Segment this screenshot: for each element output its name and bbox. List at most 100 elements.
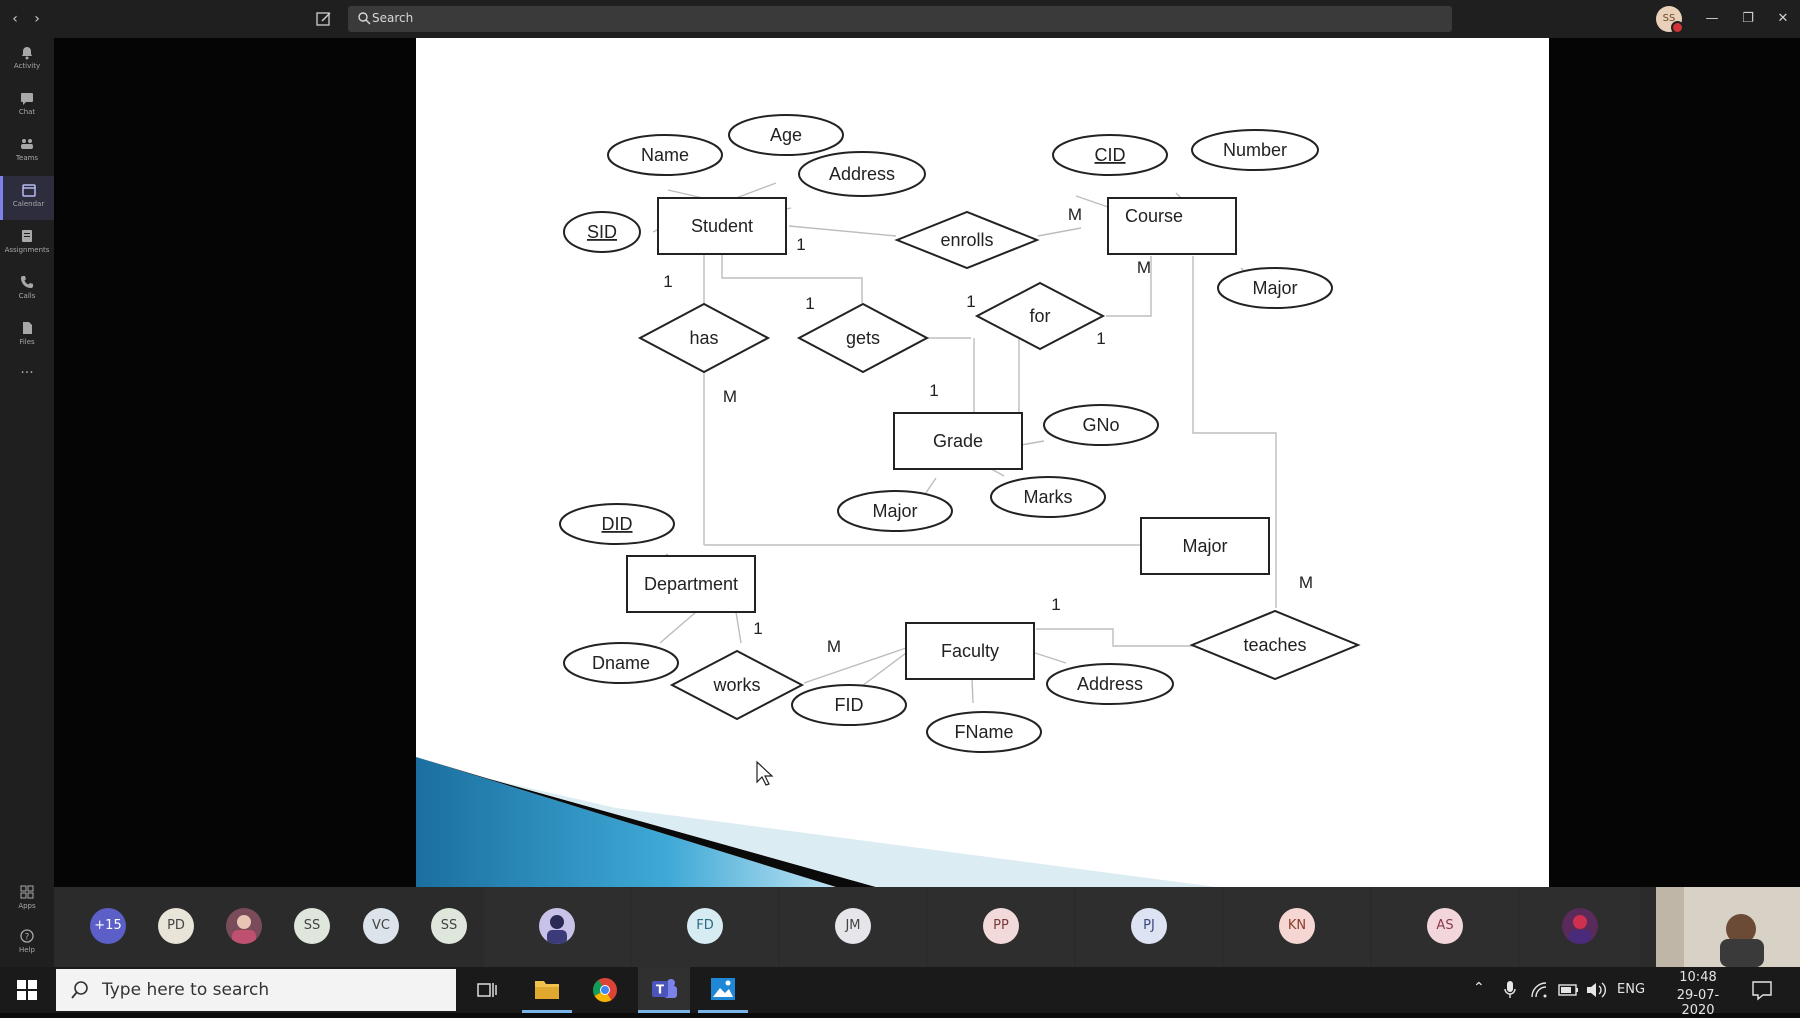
entity-label: Major xyxy=(1182,536,1227,556)
entities: Student Course Grade Department Faculty … xyxy=(626,197,1270,680)
participant-avatar[interactable]: PD xyxy=(158,908,194,944)
participant-initials: VC xyxy=(372,918,390,933)
sidebar-item-calendar[interactable]: Calendar xyxy=(0,176,54,220)
taskbar-photos[interactable] xyxy=(698,967,748,1013)
left-rail: Activity Chat Teams Calendar Assignments… xyxy=(0,38,54,967)
language-indicator[interactable]: ENG xyxy=(1617,982,1645,997)
participant-tile[interactable]: JM xyxy=(780,887,926,967)
participant-tile[interactable] xyxy=(1520,887,1640,967)
sidebar-item-teams[interactable]: Teams xyxy=(0,130,54,174)
restore-icon[interactable]: ❐ xyxy=(1736,8,1760,30)
photos-icon xyxy=(711,978,735,1000)
svg-text:T: T xyxy=(656,983,665,997)
participant-initials: KN xyxy=(1287,918,1307,933)
participant-tile[interactable]: AS xyxy=(1372,887,1518,967)
clock[interactable]: 10:48 29-07-2020 xyxy=(1662,970,1734,1018)
participant-initials: PP xyxy=(993,918,1009,933)
sidebar-item-calls[interactable]: Calls xyxy=(0,268,54,312)
attribute-label: Address xyxy=(1077,674,1143,694)
participant-avatar[interactable]: VC xyxy=(363,908,399,944)
sidebar-item-apps[interactable]: Apps xyxy=(0,878,54,922)
sidebar-item-help[interactable]: ? Help xyxy=(0,922,54,966)
cardinality-label: M xyxy=(1299,573,1313,592)
taskbar-file-explorer[interactable] xyxy=(522,967,572,1013)
forward-icon[interactable]: › xyxy=(26,8,48,30)
notifications-icon[interactable] xyxy=(1751,979,1773,1001)
participant-tile[interactable]: FD xyxy=(632,887,778,967)
tray-overflow-icon[interactable]: ⌃ xyxy=(1473,980,1485,996)
user-avatar[interactable]: SS xyxy=(1656,6,1684,34)
clock-time: 10:48 xyxy=(1679,970,1717,985)
relationship-label: for xyxy=(1029,306,1050,326)
participants-overflow-button[interactable]: +15 xyxy=(90,908,126,944)
participant-initials: AS xyxy=(1436,918,1454,933)
camera-video-feed xyxy=(1656,887,1800,967)
entity-label: Course xyxy=(1125,206,1183,226)
participant-avatar: PP xyxy=(983,908,1019,944)
minimize-icon[interactable]: — xyxy=(1700,8,1724,30)
taskbar-teams[interactable]: T xyxy=(638,967,690,1013)
shared-slide: Student Course Grade Department Faculty … xyxy=(416,38,1549,887)
participant-tile[interactable] xyxy=(484,887,630,967)
sidebar-label: Calls xyxy=(18,292,36,300)
person-photo-icon xyxy=(1569,915,1591,944)
microphone-icon[interactable] xyxy=(1503,980,1517,1000)
status-dot xyxy=(1671,21,1684,34)
sidebar-label: Help xyxy=(19,946,35,954)
taskbar-chrome[interactable] xyxy=(580,967,630,1013)
cardinality-label: 1 xyxy=(1051,595,1060,614)
relationship-label: teaches xyxy=(1243,635,1306,655)
relationship-label: works xyxy=(712,675,760,695)
slide-decoration xyxy=(416,757,1216,887)
chat-icon xyxy=(21,93,33,105)
entity-label: Grade xyxy=(933,431,983,451)
attribute-label: Dname xyxy=(592,653,650,673)
task-view-icon[interactable] xyxy=(476,979,498,1001)
chrome-icon xyxy=(593,978,617,1002)
close-icon[interactable]: ✕ xyxy=(1771,8,1795,30)
volume-icon[interactable] xyxy=(1585,980,1607,1000)
attribute-label: Name xyxy=(641,145,689,165)
attribute-label: Address xyxy=(829,164,895,184)
wifi-icon[interactable] xyxy=(1530,981,1548,999)
cardinality-label: M xyxy=(723,387,737,406)
compose-icon[interactable] xyxy=(314,9,334,29)
participant-tile[interactable]: KN xyxy=(1224,887,1370,967)
file-icon xyxy=(23,322,32,334)
sidebar-item-activity[interactable]: Activity xyxy=(0,38,54,82)
participant-avatar[interactable]: SS xyxy=(431,908,467,944)
participant-tile[interactable]: PJ xyxy=(1076,887,1222,967)
sidebar-item-assignments[interactable]: Assignments xyxy=(0,222,54,266)
attribute-label: Number xyxy=(1223,140,1287,160)
attribute-label-key: CID xyxy=(1095,145,1126,165)
more-apps-button[interactable]: ··· xyxy=(0,360,54,404)
search-input[interactable]: Search xyxy=(348,6,1452,32)
cardinality-label: 1 xyxy=(805,294,814,313)
cardinality-label: M xyxy=(1137,258,1151,277)
windows-start-icon[interactable] xyxy=(17,980,37,1000)
cardinality-label: M xyxy=(827,637,841,656)
sidebar-label: Chat xyxy=(18,108,36,116)
sidebar-item-chat[interactable]: Chat xyxy=(0,84,54,128)
overflow-count: +15 xyxy=(94,918,122,933)
sidebar-label: Apps xyxy=(18,902,36,910)
entity-label: Faculty xyxy=(941,641,999,661)
teams-icon xyxy=(21,139,33,149)
taskbar-search-input[interactable]: Type here to search xyxy=(56,969,456,1011)
shared-screen-stage: Student Course Grade Department Faculty … xyxy=(54,38,1800,887)
participant-photo[interactable] xyxy=(226,908,262,944)
cardinality-label: 1 xyxy=(1096,329,1105,348)
battery-icon[interactable] xyxy=(1558,983,1580,997)
participant-avatar[interactable]: SS xyxy=(294,908,330,944)
relationship-label: has xyxy=(689,328,718,348)
self-video-preview[interactable] xyxy=(1656,887,1800,967)
participant-tile[interactable]: PP xyxy=(928,887,1074,967)
cardinality-label: 1 xyxy=(796,235,805,254)
attribute-label: GNo xyxy=(1082,415,1119,435)
back-icon[interactable]: ‹ xyxy=(4,8,26,30)
sidebar-label: Files xyxy=(19,338,35,346)
attribute-label: Age xyxy=(770,125,802,145)
sidebar-label: Activity xyxy=(13,62,41,70)
participant-photo xyxy=(1562,908,1598,944)
sidebar-item-files[interactable]: Files xyxy=(0,314,54,358)
